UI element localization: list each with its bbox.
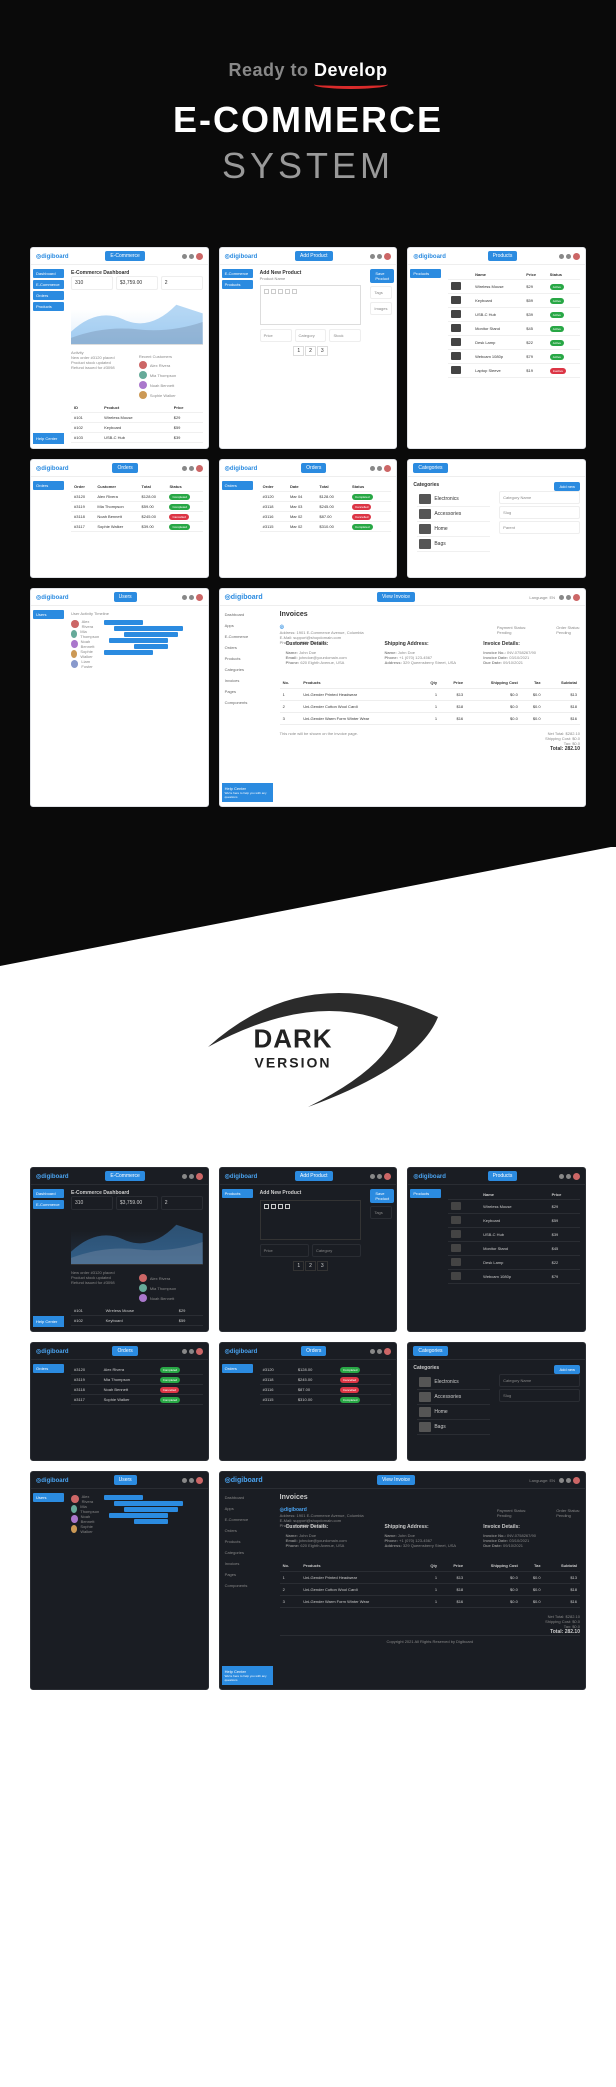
subtitle-prefix: Ready to [228,60,308,80]
area-chart [71,295,203,345]
page-title: Invoices [280,611,580,618]
sidebar-item[interactable]: Orders [33,291,64,300]
table-row[interactable]: USB-C Hub$39Active [448,308,580,322]
hero-subtitle: Ready to Develop [30,60,586,81]
help-center-card[interactable]: Help Center We're here to help you with … [222,783,273,802]
sidebar: Dashboard E-Commerce Orders Products Hel… [31,265,66,448]
hero-section: Ready to Develop E-COMMERCE SYSTEM ◎digi… [0,0,616,847]
breadcrumb: Add Product [295,251,333,261]
screenshot-dark-invoice: ◎digiboard View Invoice Language: EN Das… [219,1471,586,1690]
screenshot-dark-dashboard: ◎digiboard E-Commerce Dashboard E-Commer… [30,1167,209,1332]
sidebar-item[interactable]: Dashboard [33,269,64,278]
dark-badge-sub: VERSION [253,1055,332,1071]
footer: Copyright 2021 All Rights Reserved by Di… [280,1635,580,1647]
hero-title-main: E-COMMERCE [30,99,586,141]
table-row[interactable]: Monitor Stand$45Active [448,322,580,336]
screenshot-product-list: ◎digiboard Products Products NamePriceSt… [407,247,586,449]
hero-title-block: Ready to Develop E-COMMERCE SYSTEM [30,60,586,187]
screenshot-users-gantt: ◎digiboard Users Users User Activity Tim… [30,588,209,807]
dark-screenshots-grid: ◎digiboard E-Commerce Dashboard E-Commer… [30,1167,586,1690]
breadcrumb: E-Commerce [105,251,144,261]
sidebar-item[interactable]: Products [33,302,64,311]
shipping-address: Shipping Address: Name: John Doe Phone: … [384,641,475,665]
product-table: NamePriceStatus Wireless Mouse$29Active … [448,270,580,378]
screenshot-dark-product-list: ◎digiboard Products Products NamePrice W… [407,1167,586,1332]
header-icons [182,253,203,260]
screenshot-invoice: ◎digiboard View Invoice Language: EN Das… [219,588,586,807]
brand-logo: ◎digiboard [36,253,69,260]
sidebar-item[interactable]: E-Commerce [33,280,64,289]
dark-version-section: DARK VERSION ◎digiboard E-Commerce Dashb… [0,847,616,1730]
invoice-line-items: No.Products QtyPrice Shipping CostTax Su… [280,677,580,725]
help-center[interactable]: Help Center [33,433,64,444]
dark-version-badge: DARK VERSION [30,967,586,1127]
dark-badge-title: DARK [253,1024,332,1055]
subtitle-accent: Develop [314,60,388,81]
add-button[interactable]: Add new [554,482,580,491]
screenshot-dark-users-gantt: ◎digiboard Users Users Alex Rivera Mia T… [30,1471,209,1690]
screenshot-orders-2: ◎digiboard Orders Orders OrderDateTotalS… [219,459,398,578]
light-screenshots-grid: ◎digiboard E-Commerce Dashboard E-Commer… [30,247,586,807]
customer-details: Customer Details: Name: John Doe Email: … [286,641,377,665]
table-row[interactable]: Keyboard$59Active [448,294,580,308]
language-switch[interactable]: Language: EN [529,595,555,600]
table-row[interactable]: Laptop Sleeve$19Inactive [448,364,580,378]
table-row[interactable]: Desk Lamp$22Active [448,336,580,350]
sidebar: Dashboard Apps E-Commerce Orders Product… [220,606,275,806]
brand-logo: ◎digiboard [225,253,258,260]
screenshot-dark-categories: Categories Categories Electronics Access… [407,1342,586,1461]
screenshot-orders-1: ◎digiboard Orders Orders OrderCustomerTo… [30,459,209,578]
screenshot-dark-orders-1: ◎digiboard Orders Orders #3120Alex River… [30,1342,209,1461]
screenshot-add-product: ◎digiboard Add Product E-Commerce Produc… [219,247,398,449]
save-button[interactable]: Save Product [370,269,394,283]
rich-text-editor[interactable] [260,285,362,325]
breadcrumb: Products [488,251,518,261]
table-row[interactable]: Webcam 1080p$79Active [448,350,580,364]
screenshot-dark-orders-2: ◎digiboard Orders Orders #3120$128.00Com… [219,1342,398,1461]
breadcrumb: View Invoice [377,592,415,602]
editor-toolbar[interactable] [264,289,358,294]
table-row[interactable]: Wireless Mouse$29Active [448,280,580,294]
screenshot-dashboard: ◎digiboard E-Commerce Dashboard E-Commer… [30,247,209,449]
invoice-details: Invoice Details: Invoice No.: INV-075826… [483,641,574,665]
screenshot-dark-add-product: ◎digiboard Add Product Products Add New … [219,1167,398,1332]
screenshot-categories: Categories Categories Electronics Access… [407,459,586,578]
hero-title-sub: SYSTEM [30,145,586,187]
